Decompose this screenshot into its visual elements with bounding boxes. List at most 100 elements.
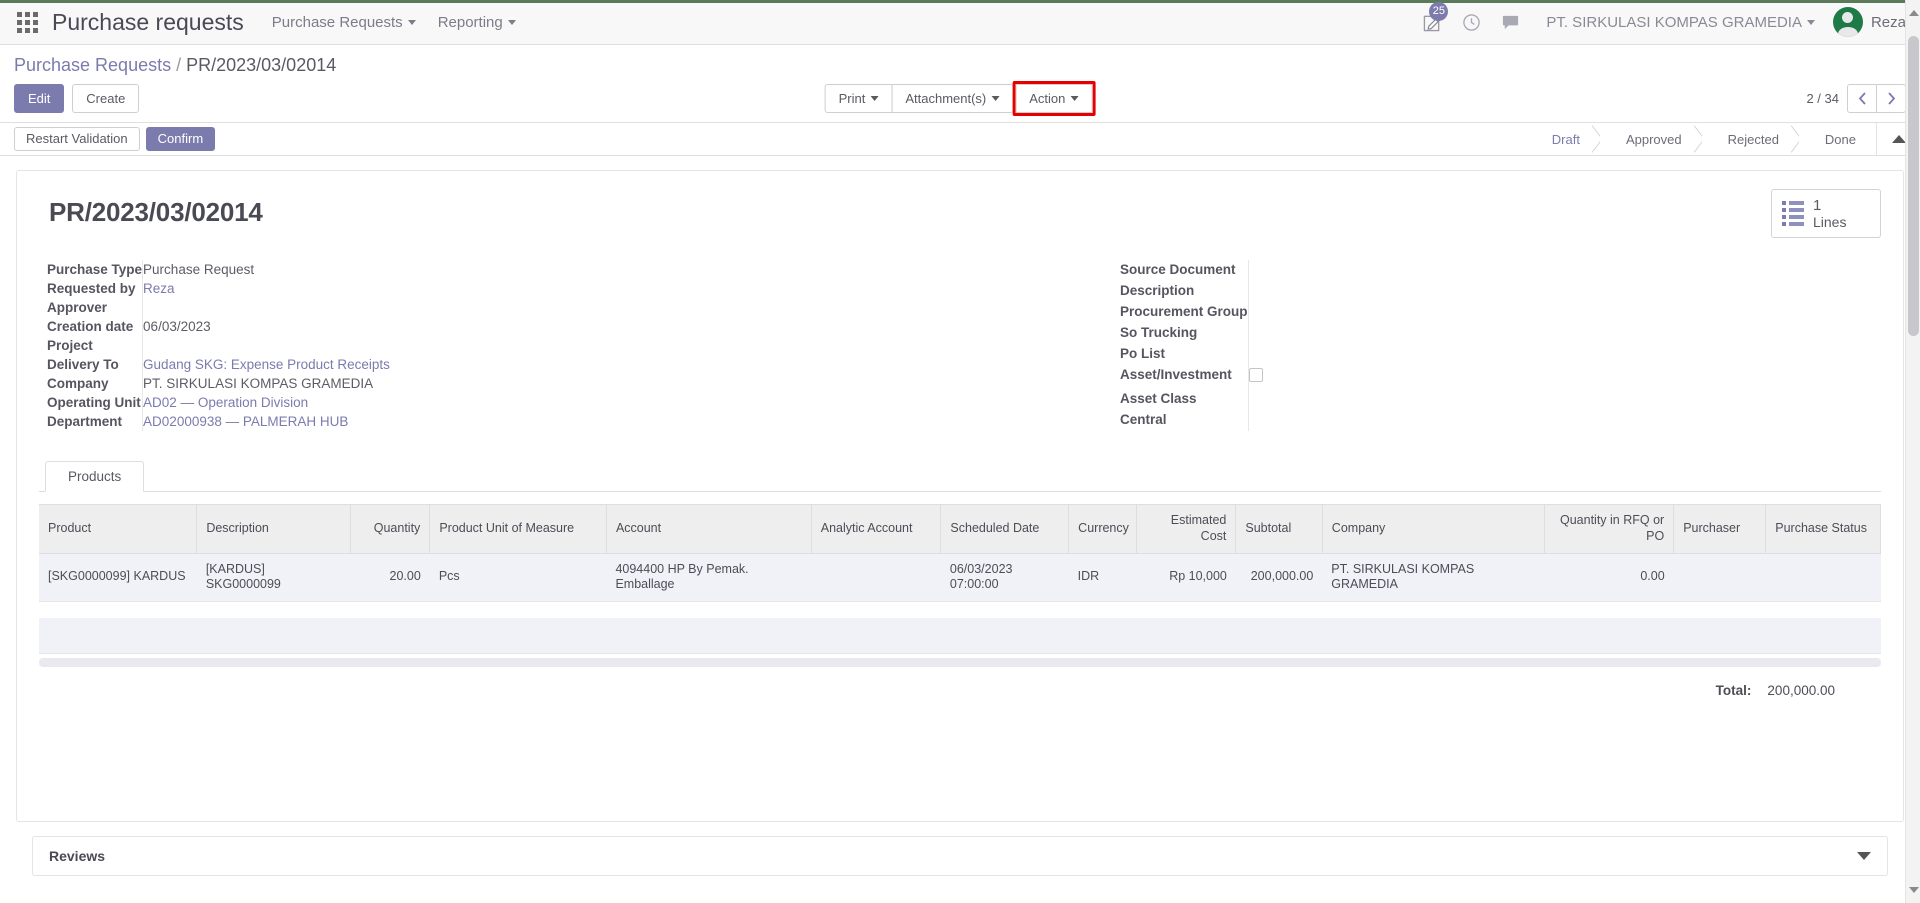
reviews-panel[interactable]: Reviews (32, 836, 1888, 876)
field-row-project: Project (47, 336, 900, 356)
notebook: Products Product Description Quantity Pr… (39, 461, 1881, 698)
action-button-highlight: Action (1012, 81, 1096, 116)
status-step-rejected[interactable]: Rejected (1701, 123, 1802, 155)
left-field-table: Purchase Type Purchase Request Requested… (47, 260, 900, 432)
asset-investment-checkbox[interactable] (1248, 368, 1263, 383)
column-header-subtotal[interactable]: Subtotal (1235, 504, 1323, 554)
user-menu[interactable]: Reza (1871, 14, 1906, 31)
print-label: Print (838, 91, 866, 106)
messages-menu[interactable] (1501, 13, 1520, 32)
column-header-uom[interactable]: Product Unit of Measure (429, 504, 607, 554)
table-empty-row[interactable] (39, 617, 1881, 655)
column-header-company[interactable]: Company (1322, 504, 1545, 554)
column-header-quantity[interactable]: Quantity (350, 504, 431, 554)
column-header-scheduled-date[interactable]: Scheduled Date (940, 504, 1070, 554)
action-button[interactable]: Action (1015, 84, 1093, 113)
menu-purchase-requests[interactable]: Purchase Requests (272, 14, 416, 31)
clock-menu[interactable] (1462, 13, 1481, 32)
status-step-approved[interactable]: Approved (1599, 123, 1705, 155)
chevron-down-icon (1070, 96, 1079, 101)
page-scrollbar[interactable] (1905, 0, 1920, 903)
status-step-draft[interactable]: Draft (1525, 123, 1603, 155)
pager-count: 2 / 34 (1806, 91, 1839, 106)
control-panel-left: Edit Create (14, 84, 143, 113)
attachments-button[interactable]: Attachment(s) (891, 84, 1014, 113)
column-header-account[interactable]: Account (606, 504, 812, 554)
field-value-approver (142, 298, 900, 318)
table-spacer-cell (39, 601, 1881, 618)
column-header-estimated-cost[interactable]: Estimated Cost (1136, 504, 1237, 554)
chevron-down-icon (991, 96, 1000, 101)
column-header-description[interactable]: Description (196, 504, 352, 554)
totals-row: Total: 200,000.00 (39, 667, 1881, 698)
control-panel-row: Edit Create Print Attachment(s) Action 2… (14, 81, 1906, 116)
column-header-qty-rfq-po[interactable]: Quantity in RFQ or PO (1544, 504, 1675, 554)
column-header-purchaser[interactable]: Purchaser (1673, 504, 1767, 554)
field-value-department[interactable]: AD02000938 — PALMERAH HUB (142, 412, 900, 432)
status-step-done-label: Done (1824, 131, 1856, 147)
create-button[interactable]: Create (72, 84, 140, 113)
column-header-product[interactable]: Product (39, 504, 198, 554)
field-value-purchase-type: Purchase Request (142, 260, 900, 280)
record-header: PR/2023/03/02014 1 Lines (39, 189, 1881, 239)
pager-previous-button[interactable] (1847, 84, 1877, 113)
cell-purchase-status (1765, 553, 1881, 602)
column-header-analytic-account[interactable]: Analytic Account (811, 504, 942, 554)
field-label-so-trucking: So Trucking (1120, 325, 1198, 341)
chevron-left-icon (1858, 92, 1866, 105)
app-title: Purchase requests (52, 8, 244, 35)
notebook-tabs: Products (39, 461, 1881, 493)
scroll-down-icon[interactable] (1909, 887, 1919, 893)
field-row-procurement-group: Procurement Group (1120, 302, 1873, 324)
menu-purchase-requests-label: Purchase Requests (271, 13, 403, 31)
field-label-creation-date: Creation date (47, 319, 134, 335)
lines-stat-text: 1 Lines (1813, 197, 1846, 230)
column-header-currency[interactable]: Currency (1068, 504, 1137, 554)
avatar[interactable] (1832, 7, 1863, 37)
field-value-company: PT. SIRKULASI KOMPAS GRAMEDIA (142, 374, 900, 394)
company-switcher[interactable]: PT. SIRKULASI KOMPAS GRAMEDIA (1546, 14, 1815, 31)
field-label-operating-unit: Operating Unit (47, 395, 141, 411)
status-bar-buttons: Restart Validation Confirm (14, 127, 221, 151)
column-header-purchase-status[interactable]: Purchase Status (1765, 504, 1881, 554)
lines-table-horizontal-scrollbar[interactable] (39, 658, 1881, 668)
tab-products[interactable]: Products (45, 461, 145, 493)
field-value-requested-by[interactable]: Reza (142, 279, 900, 299)
chevron-down-icon (407, 19, 416, 25)
field-row-po-list: Po List (1120, 344, 1873, 366)
reviews-title: Reviews (49, 848, 106, 864)
cell-purchaser (1673, 553, 1766, 602)
field-value-central (1247, 410, 1873, 432)
cell-description: [KARDUS] SKG0000099 (196, 553, 351, 602)
lines-stat-label: Lines (1813, 214, 1847, 231)
chat-bubble-icon (1503, 15, 1519, 29)
field-label-department: Department (47, 414, 123, 430)
field-value-project (142, 336, 900, 356)
status-step-approved-label: Approved (1625, 131, 1682, 147)
action-button-group: Print Attachment(s) (824, 84, 1014, 113)
cell-qty-rfq-po: 0.00 (1544, 553, 1674, 602)
field-value-delivery-to[interactable]: Gudang SKG: Expense Product Receipts (142, 355, 900, 375)
pager: 2 / 34 (1806, 84, 1906, 113)
field-label-central: Central (1120, 412, 1167, 428)
status-step-done[interactable]: Done (1798, 123, 1876, 155)
table-row[interactable]: [SKG0000099] KARDUS [KARDUS] SKG0000099 … (39, 553, 1881, 602)
cell-subtotal: 200,000.00 (1235, 553, 1323, 602)
edit-button[interactable]: Edit (14, 84, 65, 113)
breadcrumb-root[interactable]: Purchase Requests (14, 55, 171, 75)
restart-validation-button[interactable]: Restart Validation (14, 127, 140, 151)
field-value-operating-unit[interactable]: AD02 — Operation Division (142, 393, 900, 413)
apps-grid-icon[interactable] (14, 9, 40, 35)
print-button[interactable]: Print (824, 84, 893, 113)
scroll-up-icon[interactable] (1909, 10, 1919, 16)
chevron-down-icon (870, 96, 879, 101)
lines-stat-button[interactable]: 1 Lines (1771, 189, 1881, 239)
scrollbar-thumb[interactable] (1908, 36, 1919, 336)
activity-menu[interactable]: 25 (1423, 1, 1449, 32)
confirm-button[interactable]: Confirm (145, 127, 216, 151)
table-empty-cell (39, 617, 1881, 655)
pager-next-button[interactable] (1876, 84, 1906, 113)
menu-reporting[interactable]: Reporting (438, 14, 516, 31)
field-row-asset-investment: Asset/Investment (1120, 365, 1873, 390)
lines-table: Product Description Quantity Product Uni… (39, 504, 1881, 655)
